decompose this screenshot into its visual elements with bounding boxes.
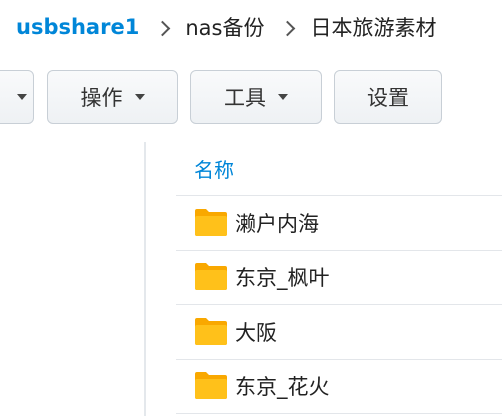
settings-button-label: 设置 bbox=[367, 86, 409, 110]
chevron-right-icon bbox=[280, 20, 296, 36]
breadcrumb: usbshare1 nas备份 日本旅游素材 bbox=[0, 0, 502, 54]
caret-down-icon bbox=[278, 94, 288, 100]
action-button-label: 操作 bbox=[80, 86, 123, 110]
file-row[interactable]: 东京_枫叶 bbox=[176, 251, 502, 305]
column-header-name[interactable]: 名称 bbox=[176, 142, 502, 196]
toolbar: 操作 工具 设置 bbox=[0, 70, 502, 126]
tools-button-label: 工具 bbox=[224, 86, 266, 110]
file-row[interactable]: 东京_花火 bbox=[176, 360, 502, 414]
caret-down-icon bbox=[17, 94, 27, 100]
breadcrumb-item-nas-backup[interactable]: nas备份 bbox=[185, 12, 264, 42]
action-button[interactable]: 操作 bbox=[47, 70, 178, 124]
file-name: 濑户内海 bbox=[235, 211, 319, 236]
settings-button[interactable]: 设置 bbox=[334, 70, 442, 124]
partial-dropdown-button[interactable] bbox=[0, 70, 34, 124]
breadcrumb-item-japan-travel[interactable]: 日本旅游素材 bbox=[310, 12, 436, 42]
file-name: 大阪 bbox=[235, 320, 277, 345]
file-name: 东京_枫叶 bbox=[235, 266, 330, 291]
tools-button[interactable]: 工具 bbox=[190, 70, 322, 124]
file-list: 名称 濑户内海 东京_枫叶 大阪 东京_花火 bbox=[176, 142, 502, 416]
column-header-name-label: 名称 bbox=[194, 158, 234, 182]
folder-tree-panel bbox=[0, 142, 145, 416]
chevron-right-icon bbox=[155, 20, 171, 36]
folder-icon bbox=[195, 372, 227, 400]
file-row[interactable]: 大阪 bbox=[176, 305, 502, 360]
folder-icon bbox=[195, 263, 227, 291]
caret-down-icon bbox=[134, 94, 145, 100]
file-name: 东京_花火 bbox=[235, 375, 330, 400]
breadcrumb-item-usbshare1[interactable]: usbshare1 bbox=[16, 15, 139, 39]
folder-icon bbox=[195, 317, 227, 345]
panel-divider[interactable] bbox=[144, 142, 146, 416]
file-row[interactable]: 濑户内海 bbox=[176, 196, 502, 251]
folder-icon bbox=[195, 208, 227, 236]
